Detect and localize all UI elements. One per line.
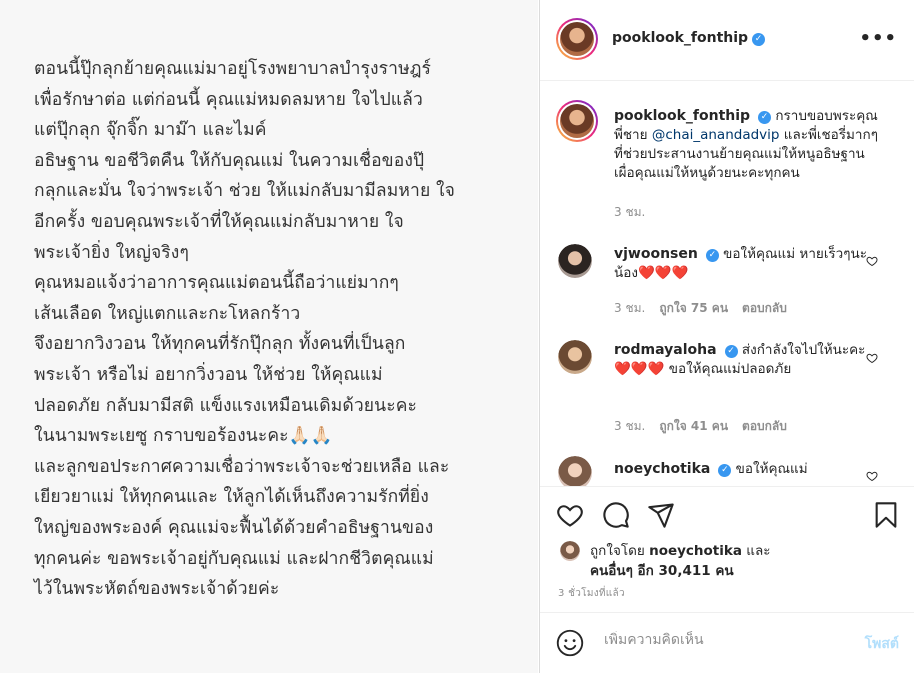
author-username[interactable]: pooklook_fonthip ✓ — [612, 30, 766, 46]
post-image[interactable]: ตอนนี้ปุ๊กลุกย้ายคุณแม่มาอยู่โรงพยาบาลบำ… — [0, 0, 538, 673]
post-timestamp[interactable]: 3 ชั่วโมงที่แล้ว — [558, 586, 625, 601]
post-header: pooklook_fonthip ✓ ••• — [540, 0, 914, 81]
comment-text: vjwoonsen ✓ ขอให้คุณแม่ หายเร็วๆนะน้อง❤️❤… — [614, 246, 867, 281]
share-icon[interactable] — [647, 501, 675, 529]
bookmark-icon[interactable] — [872, 501, 900, 529]
caption-text: pooklook_fonthip ✓ กราบขอบพระคุณพี่ชาย @c… — [614, 108, 878, 181]
liked-by-text: ถูกใจโดย noeychotika และ คนอื่นๆ อีก 30,… — [590, 543, 771, 579]
liked-by-user[interactable]: noeychotika — [649, 543, 742, 559]
comment-icon[interactable] — [602, 501, 630, 529]
comment-username[interactable]: rodmayaloha — [614, 342, 717, 358]
post-comment-button[interactable]: โพสต์ — [865, 633, 899, 655]
post-actions: ถูกใจโดย noeychotika และ คนอื่นๆ อีก 30,… — [540, 486, 914, 607]
comment-like-heart-icon[interactable] — [866, 352, 878, 364]
verified-badge-icon: ✓ — [724, 345, 738, 358]
verified-badge-icon: ✓ — [758, 111, 772, 124]
comment-time[interactable]: 3 ชม. — [614, 301, 645, 315]
reply-button[interactable]: ตอบกลับ — [742, 301, 787, 315]
comment-like-heart-icon[interactable] — [866, 255, 878, 267]
verified-badge-icon: ✓ — [718, 464, 732, 477]
likes-count[interactable]: คนอื่นๆ อีก 30,411 คน — [590, 563, 734, 579]
caption-time[interactable]: 3 ชม. — [614, 205, 645, 219]
comment-likes[interactable]: ถูกใจ 75 คน — [659, 301, 728, 315]
comment-meta: 3 ชม. ถูกใจ 75 คน ตอบกลับ — [614, 299, 801, 318]
comment-avatar[interactable] — [558, 244, 592, 278]
comment-meta: 3 ชม. ถูกใจ 41 คน ตอบกลับ — [614, 417, 801, 436]
heart-icon[interactable] — [556, 501, 584, 529]
comment-username[interactable]: noeychotika — [614, 461, 710, 477]
comment-avatar[interactable] — [558, 340, 592, 374]
author-avatar[interactable] — [556, 18, 598, 60]
liked-by-avatar[interactable] — [560, 541, 580, 561]
caption-username[interactable]: pooklook_fonthip — [614, 108, 750, 124]
post-text: ตอนนี้ปุ๊กลุกย้ายคุณแม่มาอยู่โรงพยาบาลบำ… — [34, 59, 455, 600]
verified-badge-icon: ✓ — [752, 33, 766, 46]
caption-meta: 3 ชม. — [614, 203, 659, 222]
comment-likes[interactable]: ถูกใจ 41 คน — [659, 419, 728, 433]
more-options-icon[interactable]: ••• — [859, 28, 897, 49]
comment-username[interactable]: vjwoonsen — [614, 246, 698, 262]
mention-link[interactable]: @chai_anandadvip — [652, 127, 780, 143]
comment-input[interactable] — [602, 631, 836, 649]
comment-text: rodmayaloha ✓ ส่งกำลังใจไปให้นะคะ❤️❤️❤️ ข… — [614, 342, 866, 377]
comment-text: noeychotika ✓ ขอให้คุณแม่ — [614, 461, 808, 477]
emoji-icon[interactable] — [556, 629, 584, 657]
caption-avatar[interactable] — [556, 100, 598, 142]
reply-button[interactable]: ตอบกลับ — [742, 419, 787, 433]
verified-badge-icon: ✓ — [705, 249, 719, 262]
comment-time[interactable]: 3 ชม. — [614, 419, 645, 433]
comments-list[interactable]: pooklook_fonthip ✓ กราบขอบพระคุณพี่ชาย @c… — [540, 81, 914, 486]
comment-avatar[interactable] — [558, 456, 592, 486]
comment-like-heart-icon[interactable] — [866, 470, 878, 482]
add-comment-bar: โพสต์ — [540, 612, 914, 674]
side-panel: pooklook_fonthip ✓ ••• pooklook_fonthip ✓ … — [539, 0, 914, 673]
